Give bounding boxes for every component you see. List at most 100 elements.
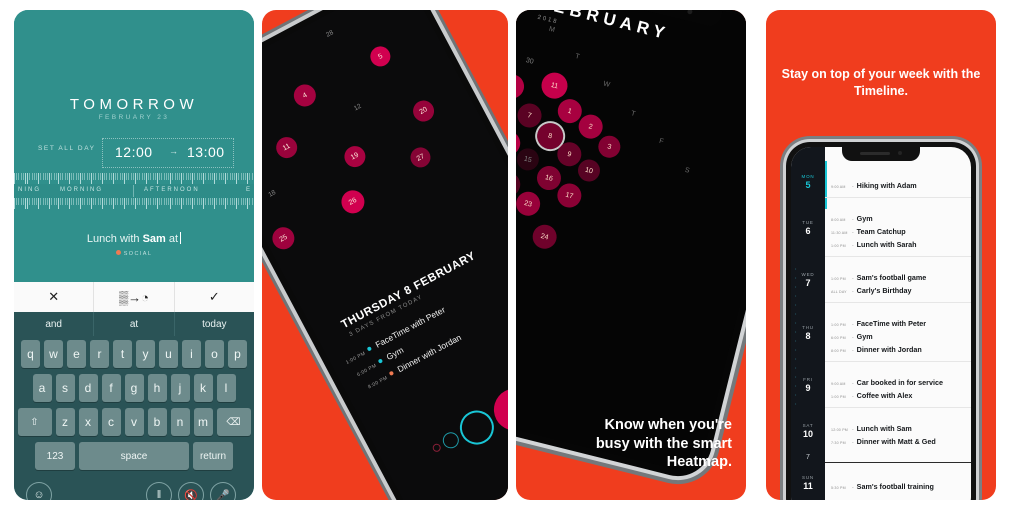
key-b[interactable]: b [147,408,167,436]
heatmap-day[interactable]: 15 [516,146,542,173]
page-subtitle-date: FEBRUARY 23 [98,114,170,121]
heatmap-day[interactable]: 4 [289,80,320,111]
heatmap-grid[interactable]: 28 4 5 11 12 18 19 20 25 26 27 [262,10,508,328]
key-g[interactable]: g [124,374,144,402]
ruler-tick [148,198,150,205]
key-x[interactable]: x [78,408,98,436]
key-return[interactable]: return [193,442,233,470]
key-e[interactable]: e [67,340,86,368]
heatmap-day[interactable]: 30 [524,55,536,67]
heatmap-day[interactable]: 5 [366,42,394,70]
key-d[interactable]: d [78,374,98,402]
key-q[interactable]: q [21,340,40,368]
key-backspace[interactable]: ⌫ [216,408,251,436]
key-space[interactable]: space [79,442,189,470]
timeline-day-label[interactable]: TUE 6 [791,220,825,236]
heatmap-day[interactable]: 24 [530,222,560,252]
key-a[interactable]: a [32,374,52,402]
key-i[interactable]: i [182,340,201,368]
timeline-day-label[interactable]: SUN 11 [791,475,825,491]
heatmap-day[interactable]: 11 [272,133,301,162]
key-v[interactable]: v [124,408,144,436]
heatmap-day[interactable]: 23 [516,189,543,219]
emoji-icon[interactable]: ☺ [26,482,52,500]
ruler-tick [198,198,200,205]
key-c[interactable]: c [101,408,121,436]
grid-clock-icon[interactable]: ▒→◔ [94,282,175,312]
key-t[interactable]: t [113,340,132,368]
time-range-box[interactable]: 12:00 → 13:00 [102,138,234,168]
ruler-tick [172,198,174,205]
mic-icon[interactable]: 🎤 [210,482,236,500]
event-title: Lunch with Sarah [856,240,917,249]
heatmap-day[interactable]: 27 [406,143,435,171]
heatmap-day[interactable]: 25 [268,223,299,254]
event-title-input[interactable]: Lunch with Sam at [14,232,254,245]
ruler-tick [14,198,15,209]
key-r[interactable]: r [90,340,109,368]
ruler-tick [55,198,57,205]
key-u[interactable]: u [159,340,178,368]
key-m[interactable]: m [193,408,213,436]
suggestion-today[interactable]: today [173,312,254,336]
timeline-event-row[interactable]: 5:30 PM - Sam's football training [831,476,934,494]
key-w[interactable]: w [44,340,63,368]
key-shift[interactable]: ⇧ [17,408,52,436]
suggestion-at[interactable]: at [93,312,173,336]
key-p[interactable]: p [228,340,247,368]
ruler-tick [183,173,185,180]
start-time-value[interactable]: 12:00 [115,144,153,160]
confirm-icon[interactable]: ✓ [175,282,254,312]
end-time-value[interactable]: 13:00 [187,144,225,160]
key-f[interactable]: f [101,374,121,402]
page-title: TOMORROW [69,96,199,113]
key-l[interactable]: l [216,374,236,402]
ruler-tick [97,173,99,180]
pause-icon[interactable]: ‖ [146,482,172,500]
set-all-day-button[interactable]: SET ALL DAY [38,145,96,152]
heatmap-day[interactable]: 6 [516,71,527,101]
heatmap-day[interactable]: 11 [538,69,571,102]
key-123[interactable]: 123 [35,442,75,470]
key-o[interactable]: o [205,340,224,368]
key-y[interactable]: y [136,340,155,368]
key-z[interactable]: z [55,408,75,436]
key-h[interactable]: h [147,374,167,402]
ruler-tick [157,198,158,209]
timeline-event-row[interactable]: 9:00 AM - Hiking with Adam [831,175,917,193]
ruler-tick [16,198,18,205]
heatmap-day[interactable]: 19 [340,142,370,171]
heatmap-day[interactable]: 10 [575,157,603,184]
suggestion-and[interactable]: and [14,312,93,336]
ruler-tick [141,198,143,205]
heatmap-day[interactable]: 3 [596,133,623,161]
timeline-day-label[interactable]: SAT 10 [791,423,825,439]
heatmap-day[interactable]: 12 [352,102,363,113]
timeline-day-label[interactable]: MON 5 [791,174,825,190]
key-n[interactable]: n [170,408,190,436]
rail-tick: • [795,312,797,316]
key-s[interactable]: s [55,374,75,402]
heatmap-day[interactable]: 28 [324,28,335,39]
category-tag[interactable]: SOCIAL [14,250,254,257]
cancel-icon[interactable]: ✕ [14,282,95,312]
key-k[interactable]: k [193,374,213,402]
heatmap-day[interactable]: 18 [267,188,278,199]
mute-icon[interactable]: 🔇 [178,482,204,500]
timeline-event-row[interactable]: 1:00 PM - Lunch with Sarah [831,234,917,252]
heatmap-day[interactable]: 7 [516,100,545,131]
heatmap-day[interactable]: 17 [554,180,584,211]
timeline-segment-band[interactable] [14,184,254,198]
key-j[interactable]: j [170,374,190,402]
rail-tick: • [795,267,797,271]
heatmap-grid[interactable]: 30611172831491510211622172324 [516,10,746,475]
heatmap-day[interactable]: 26 [337,186,369,218]
heatmap-day[interactable]: 20 [409,96,438,126]
timeline-event-row[interactable]: 1:00 PM - Coffee with Alex [831,385,912,403]
timeline-event-row[interactable]: ALL DAY - Carly's Birthday [831,280,912,298]
timeline-event-row[interactable]: 7:30 PM - Dinner with Matt & Ged [831,431,936,449]
timeline-event-row[interactable]: 8:00 PM - Dinner with Jordan [831,339,922,357]
ruler-tick [137,198,139,205]
rail-tick: • [795,402,797,406]
event-time: 1:00 PM [831,244,846,248]
